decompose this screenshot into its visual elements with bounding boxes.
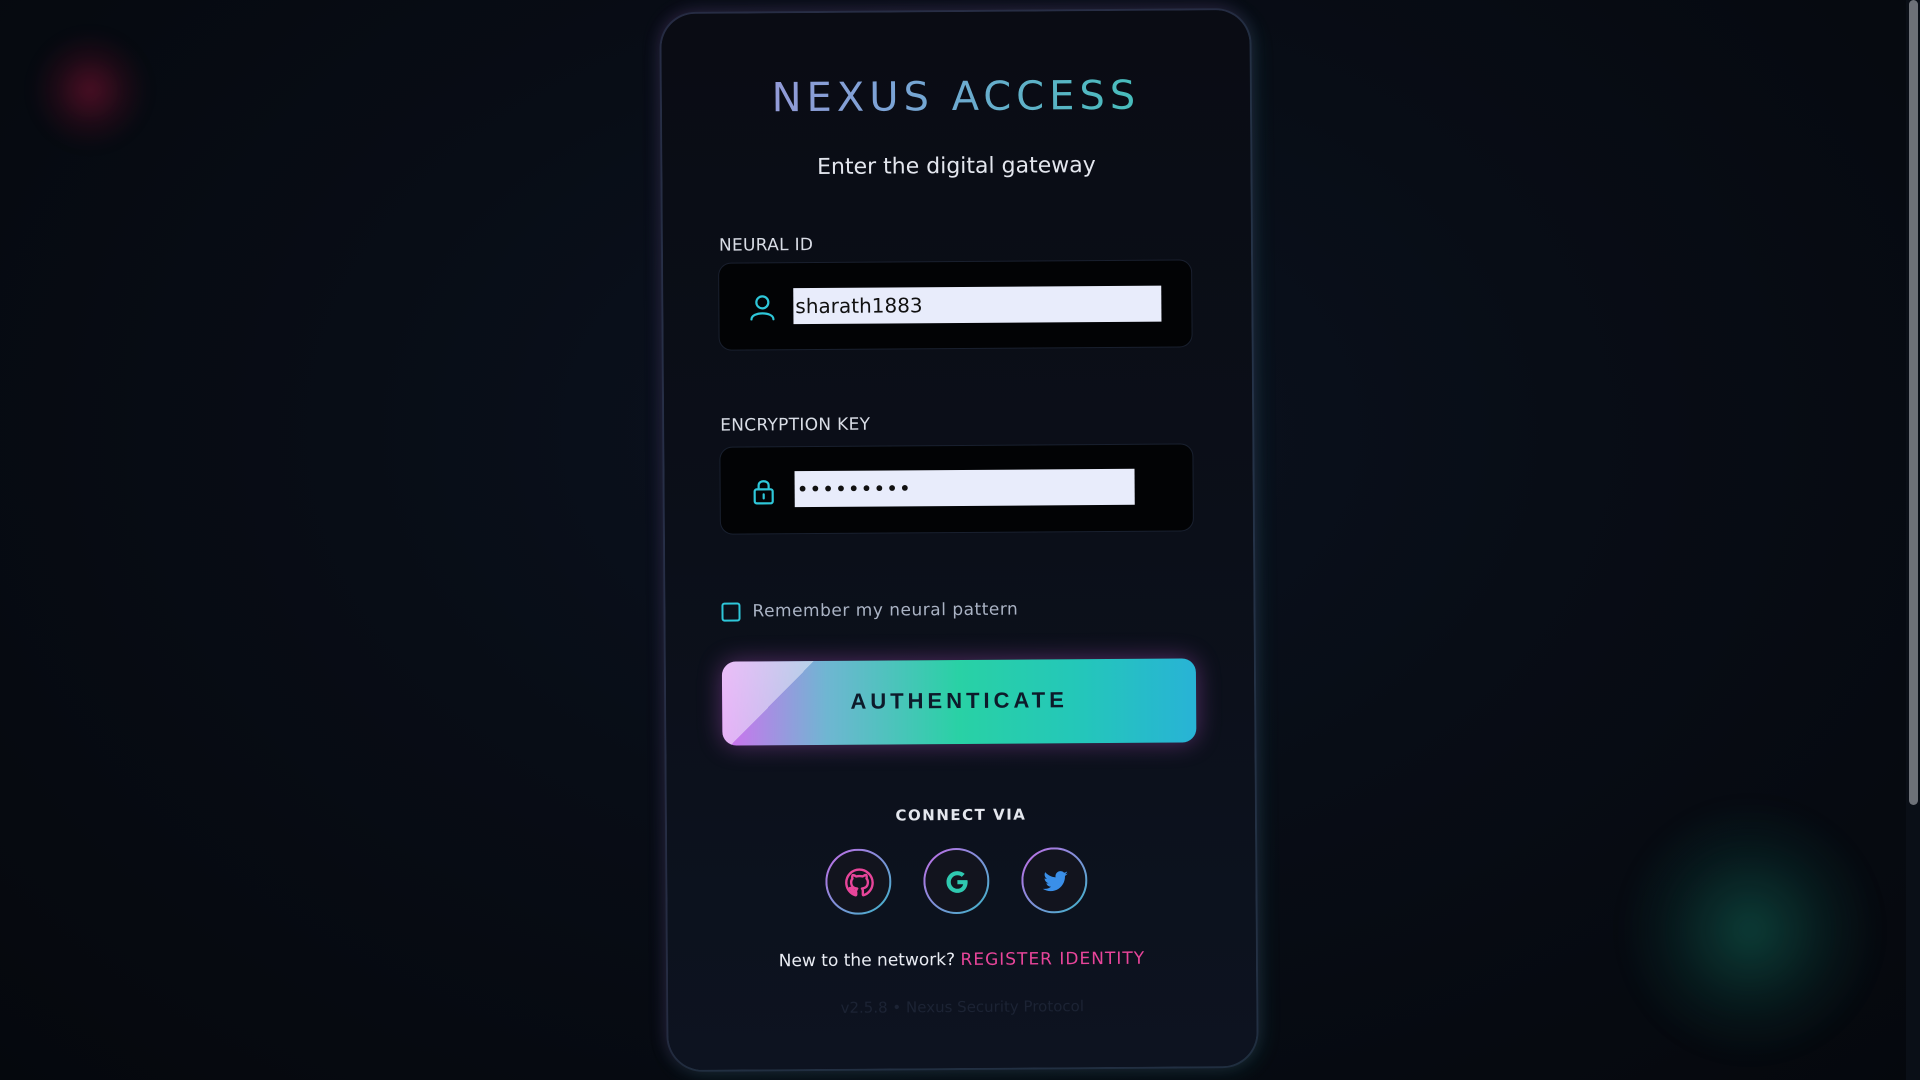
google-button[interactable] <box>923 847 990 915</box>
scrollbar-thumb[interactable] <box>1909 0 1918 805</box>
register-identity-link[interactable]: REGISTER IDENTITY <box>960 949 1145 970</box>
encryption-key-field[interactable] <box>720 444 1193 534</box>
login-card: NEXUS ACCESS Enter the digital gateway N… <box>661 9 1257 1071</box>
twitter-button[interactable] <box>1021 847 1088 914</box>
authenticate-button[interactable]: AUTHENTICATE <box>721 658 1197 746</box>
github-icon <box>845 868 874 897</box>
twitter-icon <box>1042 871 1068 892</box>
github-button[interactable] <box>825 848 892 915</box>
lock-icon <box>751 477 777 505</box>
neural-id-field[interactable] <box>719 260 1192 350</box>
remember-option[interactable]: Remember my neural pattern <box>721 600 1018 622</box>
version-footer: v2.5.8 • Nexus Security Protocol <box>840 997 1085 1017</box>
background-glow-teal <box>1620 800 1880 1060</box>
remember-checkbox[interactable] <box>721 602 741 622</box>
connect-via-label: CONNECT VIA <box>895 805 1027 825</box>
encryption-key-label: ENCRYPTION KEY <box>720 414 871 436</box>
page-title: NEXUS ACCESS <box>662 72 1250 122</box>
page-background: NEXUS ACCESS Enter the digital gateway N… <box>0 0 1920 1080</box>
authenticate-button-label: AUTHENTICATE <box>850 687 1068 714</box>
page-scrollbar[interactable] <box>1906 0 1920 1080</box>
neural-id-input[interactable] <box>793 285 1162 325</box>
encryption-key-input[interactable] <box>794 468 1135 508</box>
register-prompt: New to the network? <box>778 950 956 972</box>
google-icon <box>946 871 968 893</box>
user-icon <box>749 293 775 321</box>
page-subtitle: Enter the digital gateway <box>816 153 1096 180</box>
neural-id-label: NEURAL ID <box>718 235 814 256</box>
register-line: New to the network? REGISTER IDENTITY <box>668 948 1256 972</box>
background-glow-red <box>30 30 150 150</box>
social-login-row <box>825 847 1095 921</box>
remember-label: Remember my neural pattern <box>752 599 1019 622</box>
